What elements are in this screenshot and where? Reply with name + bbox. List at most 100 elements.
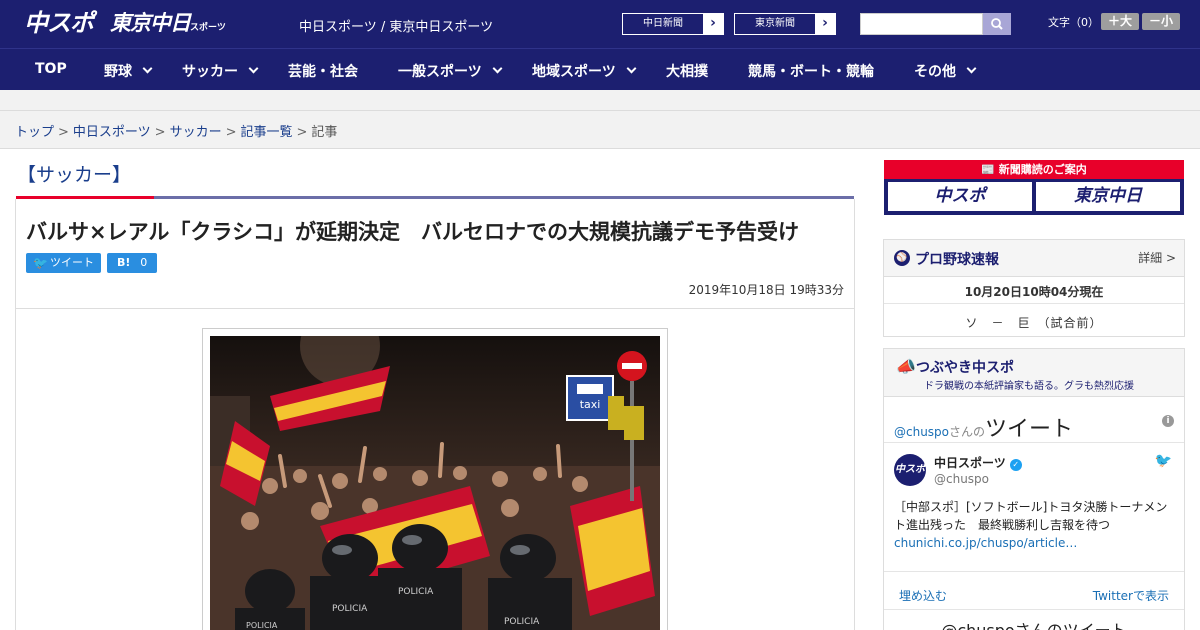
hatena-label: B! xyxy=(117,256,131,269)
breadcrumb-separator: > xyxy=(154,125,166,140)
nav-label: 野球 xyxy=(104,64,132,80)
font-size-label: 文字（0） xyxy=(1048,16,1099,29)
subscribe-tokyo-button[interactable]: 東京中日 xyxy=(1036,182,1180,211)
breadcrumb-separator: > xyxy=(225,125,237,140)
tokyo-chunichi-logo[interactable]: 東京中日スポーツ xyxy=(110,8,226,38)
search-button[interactable] xyxy=(983,13,1011,35)
search-icon xyxy=(991,18,1003,30)
divider xyxy=(884,571,1184,572)
chevron-down-icon xyxy=(142,63,153,74)
nav-item-baseball[interactable]: 野球 xyxy=(104,61,153,81)
tweet-account-handle[interactable]: @chuspo xyxy=(934,472,989,486)
tweets-panel: 📣 つぶやき中スポ ドラ観戦の本紙評論家も語る。グラも熱烈応援 @chuspoさ… xyxy=(883,348,1185,630)
subscription-title-text: 新聞購読のご案内 xyxy=(998,163,1087,176)
nav-item-sumo[interactable]: 大相撲 xyxy=(666,61,708,81)
chevron-down-icon xyxy=(248,63,259,74)
tweets-panel-header: 📣 つぶやき中スポ ドラ観戦の本紙評論家も語る。グラも熱烈応援 xyxy=(884,349,1184,397)
nav-item-local-sports[interactable]: 地域スポーツ xyxy=(532,61,637,81)
taxi-sign-text: taxi xyxy=(580,398,601,411)
nav-item-top[interactable]: TOP xyxy=(35,61,67,77)
divider xyxy=(884,442,1184,443)
avatar[interactable]: 中スポ xyxy=(894,454,926,486)
subscribe-chuspo-button[interactable]: 中スポ xyxy=(888,182,1032,211)
breadcrumb-article-list[interactable]: 記事一覧 xyxy=(241,125,293,140)
twitter-handle: @chuspo xyxy=(894,425,950,439)
police-label: POLICIA xyxy=(246,621,278,630)
baseball-icon: ⚾ xyxy=(894,250,910,266)
publish-date: 2019年10月18日 19時33分 xyxy=(688,283,844,297)
tokyo-chunichi-logo-text: 東京中日 xyxy=(110,11,191,35)
search-input[interactable] xyxy=(860,13,983,35)
article-category: 【サッカー】 xyxy=(17,164,132,186)
megaphone-icon: 📣 xyxy=(896,357,916,376)
nav-label: TOP xyxy=(35,61,67,77)
font-bigger-button[interactable]: ＋大 xyxy=(1101,13,1139,30)
tweets-footer-heading[interactable]: @chuspoさんのツイート xyxy=(884,617,1184,630)
police-label: POLICIA xyxy=(332,604,368,614)
breadcrumb-soccer[interactable]: サッカー xyxy=(170,125,222,140)
twitter-heading-big: ツイート xyxy=(985,417,1074,442)
nav-item-soccer[interactable]: サッカー xyxy=(182,61,259,81)
police-label: POLICIA xyxy=(398,587,434,597)
baseball-score-panel: ⚾ プロ野球速報 詳細 > 10月20日10時04分現在 ソ － 巨 （試合前） xyxy=(883,239,1185,337)
nav-item-other[interactable]: その他 xyxy=(914,61,977,81)
tweets-panel-title: つぶやき中スポ xyxy=(916,360,1014,376)
tokyo-news-label: 東京新聞 xyxy=(755,18,795,29)
nav-label: その他 xyxy=(914,64,956,80)
site-links[interactable]: 中日スポーツ / 東京中日スポーツ xyxy=(299,16,493,35)
protest-photo-illustration: taxi POLICIA POLICIA POLICIA POLICIA xyxy=(210,336,660,630)
tweets-panel-subtitle: ドラ観戦の本紙評論家も語る。グラも熱烈応援 xyxy=(924,381,1134,392)
hatena-count: 0 xyxy=(140,256,148,269)
tweet-account-name-text: 中日スポーツ xyxy=(934,456,1006,470)
breadcrumb-band xyxy=(0,90,1200,149)
view-on-twitter-link[interactable]: Twitterで表示 xyxy=(1093,587,1169,604)
divider xyxy=(884,609,1184,610)
nav-label: 大相撲 xyxy=(666,64,708,80)
nav-item-general-sports[interactable]: 一般スポーツ xyxy=(398,61,503,81)
twitter-embed: @chuspoさんのツイート i 中スポ 中日スポーツ ✓ @chuspo 🐦 ［… xyxy=(884,397,1184,630)
article-title: バルサ×レアル「クラシコ」が延期決定 バルセロナでの大規模抗議デモ予告受け xyxy=(26,220,799,244)
police-label: POLICIA xyxy=(504,617,540,627)
chevron-down-icon xyxy=(966,63,977,74)
embed-link[interactable]: 埋め込む xyxy=(899,587,947,604)
top-header: 中スポ 東京中日スポーツ 中日スポーツ / 東京中日スポーツ 中日新聞 › 東京… xyxy=(0,0,1200,48)
verified-badge-icon: ✓ xyxy=(1009,459,1022,471)
baseball-panel-title: プロ野球速報 xyxy=(915,252,999,268)
chunichi-news-button[interactable]: 中日新聞 › xyxy=(622,13,724,35)
score-timestamp: 10月20日10時04分現在 xyxy=(964,285,1104,299)
tweet-account-name[interactable]: 中日スポーツ ✓ xyxy=(934,454,1022,471)
divider xyxy=(16,308,854,309)
baseball-detail-link[interactable]: 詳細 > xyxy=(1138,249,1176,266)
breadcrumb-chunichi-sports[interactable]: 中日スポーツ xyxy=(73,125,151,140)
breadcrumb: トップ > 中日スポーツ > サッカー > 記事一覧 > 記事 xyxy=(15,121,337,140)
hatena-bookmark-button[interactable]: B! 0 xyxy=(107,253,157,273)
chevron-down-icon xyxy=(626,63,637,74)
tweet-button[interactable]: 🐦 ツイート xyxy=(26,253,101,273)
breadcrumb-separator: > xyxy=(296,125,308,140)
divider xyxy=(0,110,1200,111)
tokyo-news-button[interactable]: 東京新聞 › xyxy=(734,13,836,35)
tokyo-chunichi-logo-small: スポーツ xyxy=(190,23,226,33)
tweet-link[interactable]: chunichi.co.jp/chuspo/article… xyxy=(894,536,1077,550)
tweet-body: ［中部スポ］[ソフトボール]トヨタ決勝トーナメント進出残った 最終戦勝利し吉報を… xyxy=(894,500,1168,532)
score-game[interactable]: ソ － 巨 （試合前） xyxy=(884,314,1184,331)
nav-item-entertainment[interactable]: 芸能・社会 xyxy=(288,61,358,81)
baseball-panel-header: ⚾ プロ野球速報 詳細 > xyxy=(884,240,1184,277)
nav-item-racing[interactable]: 競馬・ボート・競輪 xyxy=(748,61,874,81)
nav-label: サッカー xyxy=(182,64,238,80)
newspaper-icon: 📰 xyxy=(981,163,995,176)
twitter-bird-icon[interactable]: 🐦 xyxy=(1155,453,1172,469)
main-nav: TOP 野球 サッカー 芸能・社会 一般スポーツ 地域スポーツ 大相撲 競馬・ボ… xyxy=(0,48,1200,90)
divider xyxy=(0,148,1200,149)
article-photo[interactable]: taxi POLICIA POLICIA POLICIA POLICIA xyxy=(210,336,660,630)
twitter-embed-heading[interactable]: @chuspoさんのツイート xyxy=(894,411,1073,443)
breadcrumb-current: 記事 xyxy=(311,125,338,140)
chevron-right-icon: › xyxy=(815,14,835,34)
tweet-text: ［中部スポ］[ソフトボール]トヨタ決勝トーナメント進出残った 最終戦勝利し吉報を… xyxy=(894,498,1176,552)
info-icon[interactable]: i xyxy=(1162,415,1174,427)
subscription-title: 📰 新聞購読のご案内 xyxy=(884,161,1184,177)
breadcrumb-top[interactable]: トップ xyxy=(15,125,54,140)
chevron-right-icon: › xyxy=(703,14,723,34)
font-smaller-button[interactable]: －小 xyxy=(1142,13,1180,30)
chuspo-logo[interactable]: 中スポ xyxy=(24,8,94,38)
